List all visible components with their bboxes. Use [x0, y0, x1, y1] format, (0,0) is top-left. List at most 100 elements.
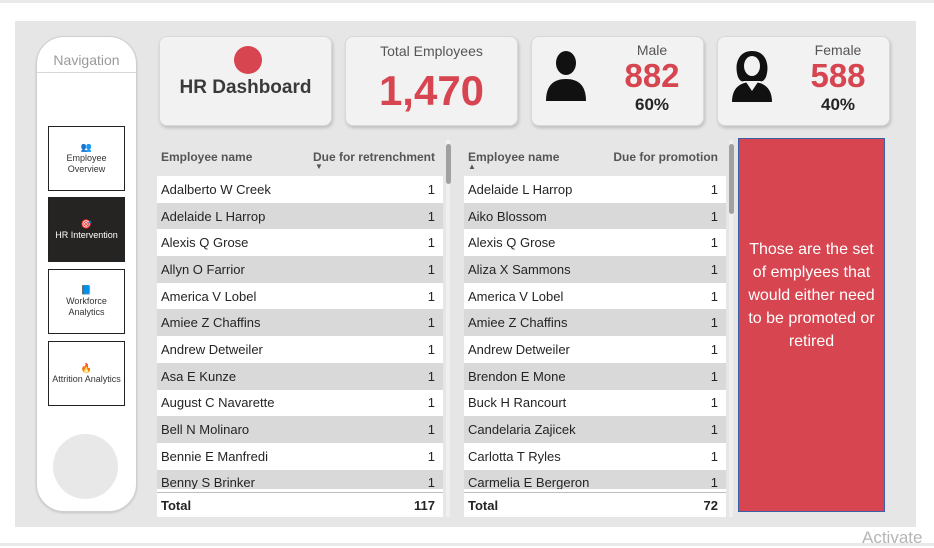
- total-value: 117: [414, 497, 435, 513]
- retrenchment-table: Employee name Due for retrenchment ▼ Ada…: [157, 140, 443, 517]
- table-row[interactable]: America V Lobel 1: [157, 282, 443, 310]
- value-cell: 1: [427, 368, 435, 384]
- employee-name-cell: Carmelia E Bergeron: [468, 475, 590, 489]
- nav-attrition-analytics-button[interactable]: 🔥 Attrition Analytics: [48, 341, 125, 406]
- total-employees-label: Total Employees: [380, 43, 483, 59]
- employee-name-cell: Asa E Kunze: [161, 368, 237, 384]
- column-header-due-for-promotion[interactable]: Due for promotion: [613, 150, 718, 164]
- employee-name-cell: Benny S Brinker: [161, 475, 255, 489]
- table-row[interactable]: Andrew Detweiler 1: [157, 336, 443, 363]
- employee-name-cell: Allyn O Farrior: [161, 261, 245, 277]
- table-total-row: Total 72: [464, 492, 726, 517]
- value-cell: 1: [427, 341, 435, 357]
- nav-circle-button[interactable]: [53, 434, 118, 499]
- table-row[interactable]: August C Navarette 1: [157, 389, 443, 417]
- table-row[interactable]: Amiee Z Chaffins 1: [157, 309, 443, 337]
- employee-name-cell: Bell N Molinaro: [161, 422, 250, 438]
- table-row[interactable]: Benny S Brinker 1: [157, 469, 443, 489]
- activate-watermark: Activate: [862, 528, 923, 547]
- navigation-title: Navigation: [53, 52, 120, 68]
- employee-name-cell: Aliza X Sammons: [468, 261, 571, 277]
- value-cell: 1: [427, 422, 435, 438]
- column-header-employee-name[interactable]: Employee name: [468, 150, 559, 164]
- target-icon: 🎯: [80, 218, 93, 229]
- table-row[interactable]: Aiko Blossom 1: [464, 202, 726, 230]
- value-cell: 1: [427, 448, 435, 464]
- value-cell: 1: [710, 341, 718, 357]
- nav-hr-intervention-button[interactable]: 🎯 HR Intervention: [48, 197, 125, 262]
- value-cell: 1: [427, 475, 435, 489]
- total-label: Total: [468, 497, 499, 513]
- nav-label: Workforce Analytics: [66, 296, 107, 317]
- info-note-box: Those are the set of emplyees that would…: [738, 138, 885, 512]
- table-row[interactable]: America V Lobel 1: [464, 282, 726, 310]
- employee-name-cell: America V Lobel: [161, 288, 257, 304]
- total-label: Total: [161, 497, 192, 513]
- red-dot-icon: [234, 46, 262, 74]
- people-icon: 👥: [80, 142, 93, 152]
- column-header-employee-name[interactable]: Employee name: [161, 150, 252, 164]
- table-row[interactable]: Allyn O Farrior 1: [157, 256, 443, 283]
- male-label: Male: [636, 42, 668, 58]
- table-row[interactable]: Bell N Molinaro 1: [157, 416, 443, 443]
- nav-label: Employee Overview: [66, 153, 107, 174]
- table-row[interactable]: Carmelia E Bergeron 1: [464, 469, 726, 489]
- table-row[interactable]: Asa E Kunze 1: [157, 362, 443, 390]
- value-cell: 1: [710, 395, 718, 411]
- total-value: 72: [703, 497, 718, 513]
- female-label: Female: [814, 42, 862, 58]
- table-row[interactable]: Carlotta T Ryles 1: [464, 442, 726, 470]
- employee-name-cell: Buck H Rancourt: [468, 395, 567, 411]
- table-body: Adelaide L Harrop 1 Aiko Blossom 1 Alexis Q …: [464, 176, 726, 489]
- total-employees-value: 1,470: [378, 67, 485, 114]
- value-cell: 1: [710, 235, 718, 251]
- female-percent: 40%: [820, 95, 856, 114]
- table-scroll-track: [446, 140, 451, 517]
- table-row[interactable]: Adelaide L Harrop 1: [464, 176, 726, 203]
- value-cell: 1: [427, 181, 435, 197]
- table-row[interactable]: Andrew Detweiler 1: [464, 336, 726, 363]
- hr-dashboard-card: HR Dashboard: [159, 36, 332, 126]
- employee-name-cell: Andrew Detweiler: [161, 341, 263, 357]
- table-row[interactable]: Candelaria Zajicek 1: [464, 416, 726, 443]
- employee-name-cell: Alexis Q Grose: [161, 235, 249, 251]
- value-cell: 1: [427, 315, 435, 331]
- employee-name-cell: Adelaide L Harrop: [161, 208, 266, 224]
- promotion-scrollbar[interactable]: [729, 144, 734, 214]
- employee-name-cell: Amiee Z Chaffins: [161, 315, 261, 331]
- table-total-row: Total 117: [157, 492, 443, 517]
- book-icon: 📘: [80, 285, 93, 295]
- male-person-icon: [546, 51, 586, 101]
- employee-name-cell: Bennie E Manfredi: [161, 448, 268, 464]
- retrenchment-scrollbar[interactable]: [446, 144, 451, 184]
- table-row[interactable]: Adalberto W Creek 1: [157, 176, 443, 203]
- employee-name-cell: Adelaide L Harrop: [468, 181, 573, 197]
- value-cell: 1: [710, 422, 718, 438]
- table-row[interactable]: Amiee Z Chaffins 1: [464, 309, 726, 337]
- info-note-text: Those are the set of emplyees that would…: [748, 240, 875, 350]
- female-person-icon: [732, 51, 772, 102]
- table-row[interactable]: Buck H Rancourt 1: [464, 389, 726, 417]
- value-cell: 1: [710, 448, 718, 464]
- promotion-table: Employee name Due for promotion ▲ Adelai…: [464, 140, 726, 517]
- male-value: 882: [624, 57, 680, 94]
- navigation-panel: Navigation 👥 Employee Overview 🎯 HR Inte…: [36, 36, 137, 512]
- employee-name-cell: Adalberto W Creek: [161, 181, 271, 197]
- table-header: Employee name Due for retrenchment ▼: [157, 140, 443, 176]
- employee-name-cell: Carlotta T Ryles: [468, 448, 561, 464]
- column-header-due-for-retrenchment[interactable]: Due for retrenchment: [313, 150, 435, 164]
- nav-workforce-analytics-button[interactable]: 📘 Workforce Analytics: [48, 269, 125, 334]
- table-row[interactable]: Alexis Q Grose 1: [464, 229, 726, 257]
- employee-name-cell: Alexis Q Grose: [468, 235, 556, 251]
- employee-name-cell: Amiee Z Chaffins: [468, 315, 568, 331]
- table-row[interactable]: Bennie E Manfredi 1: [157, 442, 443, 470]
- table-row[interactable]: Adelaide L Harrop 1: [157, 202, 443, 230]
- female-value: 588: [810, 57, 866, 94]
- table-row[interactable]: Alexis Q Grose 1: [157, 229, 443, 257]
- table-row[interactable]: Aliza X Sammons 1: [464, 256, 726, 283]
- table-row[interactable]: Brendon E Mone 1: [464, 362, 726, 390]
- nav-employee-overview-button[interactable]: 👥 Employee Overview: [48, 126, 125, 191]
- sort-descending-icon: ▼: [315, 162, 323, 171]
- value-cell: 1: [427, 235, 435, 251]
- value-cell: 1: [427, 208, 435, 224]
